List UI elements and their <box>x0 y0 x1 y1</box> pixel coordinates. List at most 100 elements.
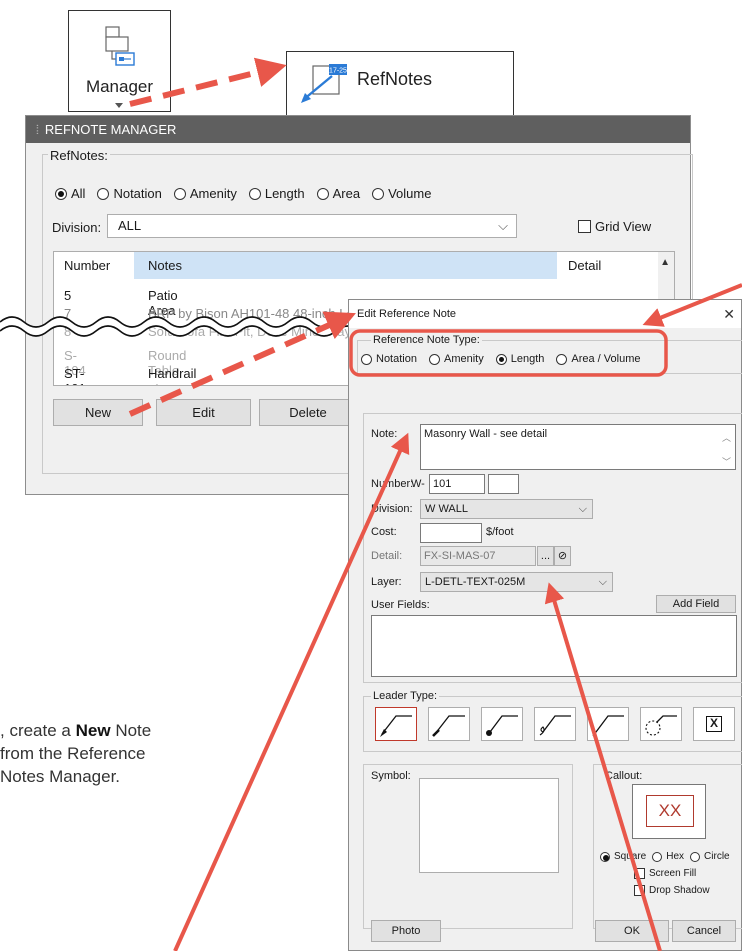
callout-preview[interactable]: XX <box>632 784 706 839</box>
number-suffix-input[interactable] <box>488 474 519 494</box>
cancel-button[interactable]: Cancel <box>672 920 736 942</box>
chevron-down-icon: ⌵ <box>578 503 587 515</box>
callout-circle-radio[interactable]: Circle <box>690 851 730 862</box>
cut-line <box>0 316 360 337</box>
callout-shape-label: Circle <box>704 851 730 862</box>
edit-button[interactable]: Edit <box>156 399 251 426</box>
refnotes-ribbon-button[interactable]: 17-25 RefNotes <box>286 51 514 116</box>
type-length-radio[interactable]: Length <box>495 353 544 365</box>
layer-select[interactable]: L-DETL-TEXT-025M ⌵ <box>420 572 613 592</box>
instruction-bold: New <box>75 721 111 740</box>
row-note: Handrail at ramp <box>148 366 197 385</box>
column-header-number[interactable]: Number <box>64 258 110 273</box>
division-select[interactable]: ALL ⌵ <box>107 214 517 238</box>
checkbox-icon <box>578 220 591 233</box>
leader-type-none[interactable]: X <box>693 707 735 741</box>
row-number: ST-101 <box>64 366 86 385</box>
callout-hex-radio[interactable]: Hex <box>652 851 684 862</box>
callout-shape-label: Square <box>614 851 647 862</box>
filter-radio-row: All Notation Amenity Length Area Volume <box>55 186 443 201</box>
scroll-up-icon[interactable]: ︿ <box>722 431 731 444</box>
user-fields-label: User Fields: <box>371 599 430 611</box>
number-label: Number: <box>371 478 414 490</box>
type-notation-radio[interactable]: Notation <box>361 353 417 365</box>
radio-icon <box>428 353 440 365</box>
ok-button[interactable]: OK <box>595 920 669 942</box>
refnotes-label: RefNotes <box>357 69 433 89</box>
manager-icon <box>105 26 135 66</box>
leader-open-arrow-icon <box>591 715 624 737</box>
new-button[interactable]: New <box>53 399 143 426</box>
radio-icon <box>248 187 261 200</box>
detail-label: Detail: <box>371 550 403 562</box>
cost-unit: $/foot <box>486 526 514 538</box>
add-field-button[interactable]: Add Field <box>656 595 736 613</box>
type-label: Amenity <box>443 353 484 365</box>
division-label: Division: <box>371 503 413 515</box>
row-number: 5 <box>64 288 72 303</box>
filter-notation-radio[interactable]: Notation <box>97 186 162 201</box>
symbol-preview[interactable] <box>419 778 559 873</box>
leader-loop-icon <box>539 715 571 736</box>
column-header-notes[interactable]: Notes <box>148 258 182 273</box>
leader-type-label: Leader Type: <box>371 690 440 702</box>
division-label: Division: <box>52 220 102 235</box>
detail-clear-icon[interactable]: ⊘ <box>554 546 571 566</box>
leader-circle-icon <box>645 715 677 736</box>
user-fields-list[interactable] <box>371 615 737 677</box>
drop-shadow-checkbox[interactable]: Drop Shadow <box>634 885 710 896</box>
number-input[interactable]: 101 <box>429 474 485 494</box>
leader-type-arrow[interactable] <box>375 707 417 741</box>
screen-fill-checkbox[interactable]: Screen Fill <box>634 868 696 879</box>
filter-length-radio[interactable]: Length <box>248 186 305 201</box>
reference-note-type-label: Reference Note Type: <box>371 334 482 346</box>
callout-square-radio[interactable]: Square <box>600 851 646 862</box>
leader-type-loop[interactable] <box>534 707 576 741</box>
note-input[interactable]: Masonry Wall - see detail <box>420 424 736 470</box>
manager-ribbon-button[interactable]: Manager <box>68 10 171 112</box>
filter-label: Amenity <box>189 186 237 201</box>
leader-type-tick[interactable] <box>428 707 470 741</box>
dialog-title-bar[interactable]: Edit Reference Note ✕ <box>349 300 741 328</box>
refnotes-icon-text: 17-25 <box>329 68 347 75</box>
leader-dot-icon <box>486 715 518 736</box>
radio-selected-icon <box>495 353 507 365</box>
filter-amenity-radio[interactable]: Amenity <box>173 186 237 201</box>
layer-label: Layer: <box>371 576 402 588</box>
filter-all-radio[interactable]: All <box>55 186 85 201</box>
grid-view-checkbox[interactable]: Grid View <box>578 219 651 234</box>
radio-icon <box>690 851 701 862</box>
radio-icon <box>173 187 186 200</box>
radio-selected-icon <box>55 187 67 200</box>
leader-type-open-arrow[interactable] <box>587 707 629 741</box>
chevron-down-icon <box>115 103 123 108</box>
division-select[interactable]: W WALL ⌵ <box>420 499 593 519</box>
leader-type-dot[interactable] <box>481 707 523 741</box>
photo-button[interactable]: Photo <box>371 920 441 942</box>
manager-label: Manager <box>85 77 154 96</box>
type-amenity-radio[interactable]: Amenity <box>428 353 484 365</box>
scroll-up-icon[interactable]: ▲ <box>660 257 670 268</box>
leader-arrow-icon <box>380 715 412 737</box>
filter-label: Volume <box>388 186 432 201</box>
filter-area-radio[interactable]: Area <box>316 186 361 201</box>
detail-browse-button[interactable]: ... <box>537 546 554 566</box>
type-area-volume-radio[interactable]: Area / Volume <box>556 353 640 365</box>
symbol-label: Symbol: <box>371 770 411 782</box>
panel-title-bar[interactable]: ⦙ REFNOTE MANAGER <box>26 116 690 143</box>
delete-button[interactable]: Delete <box>259 399 357 426</box>
callout-label: Callout: <box>605 770 643 782</box>
instruction-text: , create a New Note from the Reference N… <box>0 719 175 788</box>
scroll-down-icon[interactable]: ﹀ <box>722 455 731 468</box>
column-header-detail[interactable]: Detail <box>568 258 601 273</box>
leader-tick-icon <box>432 715 465 737</box>
filter-volume-radio[interactable]: Volume <box>372 186 431 201</box>
dialog-title: Edit Reference Note <box>357 308 457 320</box>
filter-label: Area <box>332 186 361 201</box>
radio-icon <box>361 353 372 365</box>
close-icon[interactable]: ✕ <box>723 300 735 328</box>
leader-type-circle[interactable] <box>640 707 682 741</box>
detail-input[interactable]: FX-SI-MAS-07 <box>420 546 536 566</box>
cost-input[interactable] <box>420 523 482 543</box>
refnotes-icon: 17-25 <box>301 64 347 103</box>
